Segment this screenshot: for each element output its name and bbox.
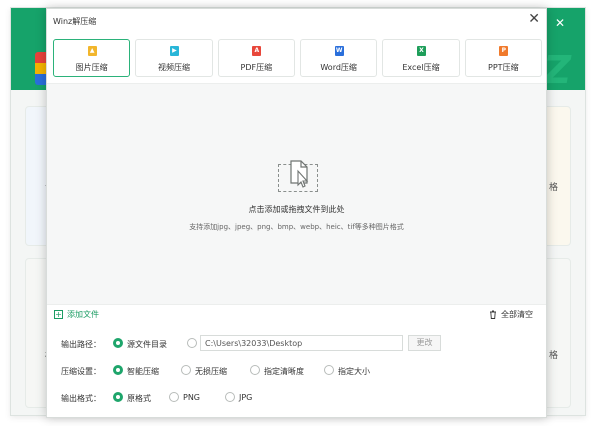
output-path-field[interactable]: C:\Users\32033\Desktop xyxy=(200,335,403,351)
compress-settings-label: 压缩设置： xyxy=(61,367,101,376)
png-format-label: PNG xyxy=(183,393,201,402)
smart-compress-radio[interactable] xyxy=(113,365,123,375)
custom-dir-radio[interactable] xyxy=(187,338,197,348)
supported-formats-text: 支持添加jpg、jpeg、png、bmp、webp、heic、tif等多种图片格… xyxy=(189,223,404,231)
add-file-button[interactable]: + 添加文件 xyxy=(54,309,99,320)
tab-label: Word压缩 xyxy=(320,63,357,72)
tab-label: 图片压缩 xyxy=(75,63,108,72)
image-icon: ▲ xyxy=(87,46,97,56)
tab-video-compress[interactable]: ▶ 视频压缩 xyxy=(135,39,213,77)
drop-zone-instruction: 点击添加或拖拽文件到此处 xyxy=(248,205,345,214)
output-format-label: 输出格式： xyxy=(61,394,101,403)
video-icon: ▶ xyxy=(169,46,179,56)
file-actions-bar: + 添加文件 全部清空 xyxy=(47,305,546,325)
screen: —✕ Z 音 格 格 格 Winz解压缩 ✕ ▲ 图片压缩 ▶ 视频压缩 A P… xyxy=(0,0,594,426)
jpg-format-radio[interactable] xyxy=(225,392,235,402)
plus-icon: + xyxy=(54,310,63,319)
change-path-button[interactable]: 更改 xyxy=(408,335,441,351)
close-icon[interactable]: ✕ xyxy=(528,12,540,26)
original-format-radio[interactable] xyxy=(113,392,123,402)
tab-word-compress[interactable]: W Word压缩 xyxy=(299,39,378,77)
source-dir-label: 源文件目录 xyxy=(127,340,167,349)
pdf-icon: A xyxy=(252,46,262,56)
png-format-radio[interactable] xyxy=(169,392,179,402)
compress-type-tabs: ▲ 图片压缩 ▶ 视频压缩 A PDF压缩 W Word压缩 X Excel压缩… xyxy=(53,39,542,77)
excel-icon: X xyxy=(416,46,426,56)
set-clarity-radio[interactable] xyxy=(250,365,260,375)
word-icon: W xyxy=(334,46,344,56)
background-side-text: 格 xyxy=(549,183,559,193)
tab-label: 视频压缩 xyxy=(157,63,190,72)
add-file-label: 添加文件 xyxy=(67,310,99,319)
compress-dialog: Winz解压缩 ✕ ▲ 图片压缩 ▶ 视频压缩 A PDF压缩 W Word压缩… xyxy=(46,8,547,418)
dialog-title: Winz解压缩 xyxy=(53,17,97,26)
clear-all-button[interactable]: 全部清空 xyxy=(489,309,533,320)
header-decoration: Z xyxy=(543,48,571,92)
file-cursor-icon xyxy=(278,160,318,192)
set-clarity-label: 指定清晰度 xyxy=(264,367,304,376)
set-size-label: 指定大小 xyxy=(338,367,370,376)
lossless-compress-label: 无损压缩 xyxy=(195,367,227,376)
set-size-radio[interactable] xyxy=(324,365,334,375)
tab-label: PPT压缩 xyxy=(488,63,519,72)
background-side-text: 格 xyxy=(549,351,559,361)
clear-all-label: 全部清空 xyxy=(501,310,533,319)
original-format-label: 原格式 xyxy=(127,394,151,403)
tab-ppt-compress[interactable]: P PPT压缩 xyxy=(464,39,542,77)
tab-excel-compress[interactable]: X Excel压缩 xyxy=(382,39,460,77)
output-format-row: 输出格式： 原格式 PNG JPG xyxy=(61,391,541,405)
output-path-label: 输出路径： xyxy=(61,340,101,349)
source-dir-radio[interactable] xyxy=(113,338,123,348)
tab-label: PDF压缩 xyxy=(240,63,273,72)
smart-compress-label: 智能压缩 xyxy=(127,367,159,376)
tab-pdf-compress[interactable]: A PDF压缩 xyxy=(217,39,295,77)
tab-label: Excel压缩 xyxy=(402,63,440,72)
ppt-icon: P xyxy=(499,46,509,56)
tab-image-compress[interactable]: ▲ 图片压缩 xyxy=(53,39,131,77)
lossless-compress-radio[interactable] xyxy=(181,365,191,375)
jpg-format-label: JPG xyxy=(239,393,253,402)
trash-icon xyxy=(490,310,496,319)
output-path-row: 输出路径： 源文件目录 C:\Users\32033\Desktop 更改 xyxy=(61,335,541,351)
file-drop-zone[interactable]: 点击添加或拖拽文件到此处 支持添加jpg、jpeg、png、bmp、webp、h… xyxy=(47,83,546,305)
compress-settings-row: 压缩设置： 智能压缩 无损压缩 指定清晰度 指定大小 xyxy=(61,364,541,378)
